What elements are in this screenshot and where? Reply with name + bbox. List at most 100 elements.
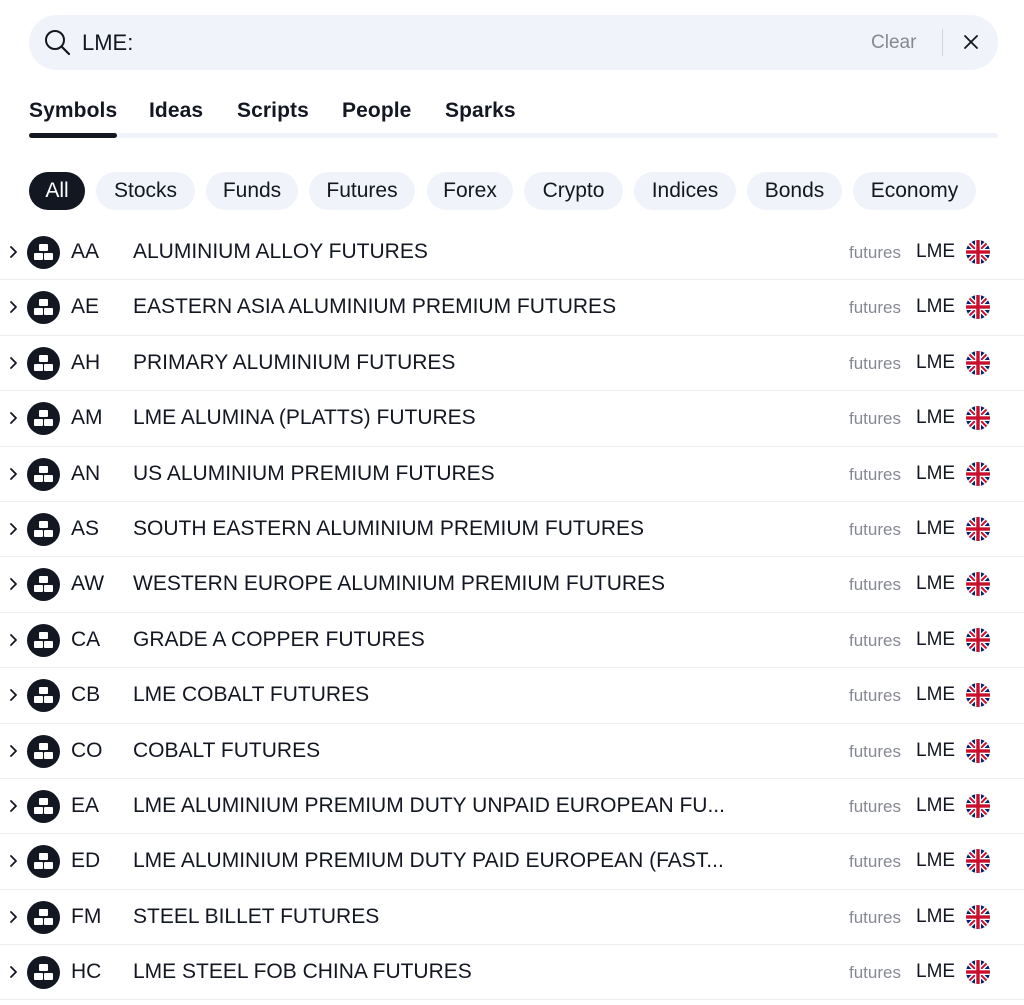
result-symbol: AH [71, 350, 101, 374]
filter-futures[interactable]: Futures [309, 172, 415, 210]
filter-economy[interactable]: Economy [853, 172, 976, 210]
result-exchange: LME [916, 517, 956, 539]
result-symbol: AN [71, 461, 101, 485]
result-row[interactable]: AE EASTERN ASIA ALUMINIUM PREMIUM FUTURE… [0, 280, 1024, 336]
lme-logo-icon [27, 623, 60, 657]
lme-logo-icon [27, 679, 60, 713]
chevron-right-icon[interactable] [9, 467, 19, 481]
result-row[interactable]: AS SOUTH EASTERN ALUMINIUM PREMIUM FUTUR… [0, 502, 1024, 558]
chevron-right-icon[interactable] [9, 633, 19, 647]
result-symbol: CB [71, 683, 101, 707]
result-symbol: CO [71, 738, 103, 762]
result-exchange: LME [916, 684, 956, 706]
result-description: COBALT FUTURES [133, 738, 321, 762]
tab-ideas[interactable]: Ideas [149, 99, 203, 123]
result-type: futures [849, 575, 901, 595]
lme-logo-icon [27, 568, 60, 602]
result-exchange: LME [916, 794, 956, 816]
uk-flag-icon [966, 793, 990, 818]
result-description: LME ALUMINIUM PREMIUM DUTY UNPAID EUROPE… [133, 793, 725, 817]
uk-flag-icon [966, 960, 990, 985]
uk-flag-icon [966, 240, 990, 264]
result-symbol: EA [71, 793, 100, 817]
result-row[interactable]: CO COBALT FUTURES futures LME [0, 724, 1024, 779]
chevron-right-icon[interactable] [9, 854, 19, 868]
filter-crypto[interactable]: Crypto [524, 172, 623, 210]
chevron-right-icon[interactable] [9, 688, 19, 702]
chevron-right-icon[interactable] [9, 245, 19, 259]
filter-bonds[interactable]: Bonds [747, 172, 842, 210]
filter-funds[interactable]: Funds [206, 172, 298, 210]
result-type: futures [849, 741, 901, 761]
result-type: futures [849, 519, 901, 539]
tab-sparks[interactable]: Sparks [445, 99, 516, 123]
result-symbol: ED [71, 849, 101, 873]
uk-flag-icon [966, 516, 990, 541]
result-row[interactable]: CA GRADE A COPPER FUTURES futures LME [0, 613, 1024, 669]
uk-flag-icon [966, 904, 990, 929]
filter-indices[interactable]: Indices [634, 172, 736, 210]
tab-people[interactable]: People [342, 99, 411, 123]
tab-symbols[interactable]: Symbols [29, 99, 117, 123]
chevron-right-icon[interactable] [9, 522, 19, 536]
result-row[interactable]: AW WESTERN EUROPE ALUMINIUM PREMIUM FUTU… [0, 557, 1024, 613]
filter-all[interactable]: All [29, 172, 85, 210]
result-description: WESTERN EUROPE ALUMINIUM PREMIUM FUTURES [133, 572, 666, 596]
result-row[interactable]: EA LME ALUMINIUM PREMIUM DUTY UNPAID EUR… [0, 779, 1024, 835]
lme-logo-icon [27, 512, 60, 546]
chevron-right-icon[interactable] [9, 411, 19, 425]
result-row[interactable]: AH PRIMARY ALUMINIUM FUTURES futures LME [0, 336, 1024, 392]
tab-track [29, 133, 998, 138]
result-row[interactable]: AN US ALUMINIUM PREMIUM FUTURES futures … [0, 447, 1024, 502]
result-symbol: FM [71, 904, 102, 928]
result-symbol: HC [71, 960, 102, 984]
filter-stocks[interactable]: Stocks [96, 172, 195, 210]
result-type: futures [849, 464, 901, 484]
result-description: SOUTH EASTERN ALUMINIUM PREMIUM FUTURES [133, 516, 645, 540]
chevron-right-icon[interactable] [9, 300, 19, 314]
uk-flag-icon [966, 572, 990, 597]
result-description: GRADE A COPPER FUTURES [133, 627, 425, 651]
result-type: futures [849, 796, 901, 816]
result-exchange: LME [916, 850, 956, 872]
result-row[interactable]: AM LME ALUMINA (PLATTS) FUTURES futures … [0, 391, 1024, 447]
result-row[interactable]: FM STEEL BILLET FUTURES futures LME [0, 890, 1024, 946]
close-button[interactable] [957, 28, 985, 56]
chevron-right-icon[interactable] [9, 965, 19, 979]
result-row[interactable]: AA ALUMINIUM ALLOY FUTURES futures LME [0, 225, 1024, 281]
result-row[interactable]: ED LME ALUMINIUM PREMIUM DUTY PAID EUROP… [0, 834, 1024, 890]
clear-button[interactable]: Clear [871, 29, 916, 57]
search-input[interactable] [82, 24, 862, 61]
lme-logo-icon [27, 956, 60, 990]
chevron-right-icon[interactable] [9, 577, 19, 591]
lme-logo-icon [27, 346, 60, 380]
result-exchange: LME [916, 961, 956, 983]
result-symbol: AW [71, 572, 105, 596]
chevron-right-icon[interactable] [9, 356, 19, 370]
result-row[interactable]: CB LME COBALT FUTURES futures LME [0, 668, 1024, 724]
tab-bar: Symbols Ideas Scripts People Sparks [29, 94, 998, 140]
result-symbol: AS [71, 516, 100, 540]
result-description: LME ALUMINIUM PREMIUM DUTY PAID EUROPEAN… [133, 849, 724, 873]
result-description: LME COBALT FUTURES [133, 683, 370, 707]
lme-logo-icon [27, 402, 60, 436]
chevron-right-icon[interactable] [9, 744, 19, 758]
result-symbol: AM [71, 406, 103, 430]
chevron-right-icon[interactable] [9, 799, 19, 813]
lme-logo-icon [27, 457, 60, 491]
result-description: EASTERN ASIA ALUMINIUM PREMIUM FUTURES [133, 295, 617, 319]
filter-forex[interactable]: Forex [427, 172, 513, 210]
result-description: LME ALUMINA (PLATTS) FUTURES [133, 406, 476, 430]
tab-scripts[interactable]: Scripts [237, 99, 309, 123]
result-exchange: LME [916, 296, 956, 318]
uk-flag-icon [966, 683, 990, 708]
result-exchange: LME [916, 407, 956, 429]
result-row[interactable]: HC LME STEEL FOB CHINA FUTURES futures L… [0, 945, 1024, 1001]
result-symbol: AE [71, 295, 100, 319]
close-icon [964, 35, 978, 49]
active-tab-indicator [29, 133, 117, 138]
result-description: US ALUMINIUM PREMIUM FUTURES [133, 461, 495, 485]
result-type: futures [849, 353, 901, 373]
results-list: AA ALUMINIUM ALLOY FUTURES futures LME A… [0, 225, 1024, 1001]
chevron-right-icon[interactable] [9, 910, 19, 924]
